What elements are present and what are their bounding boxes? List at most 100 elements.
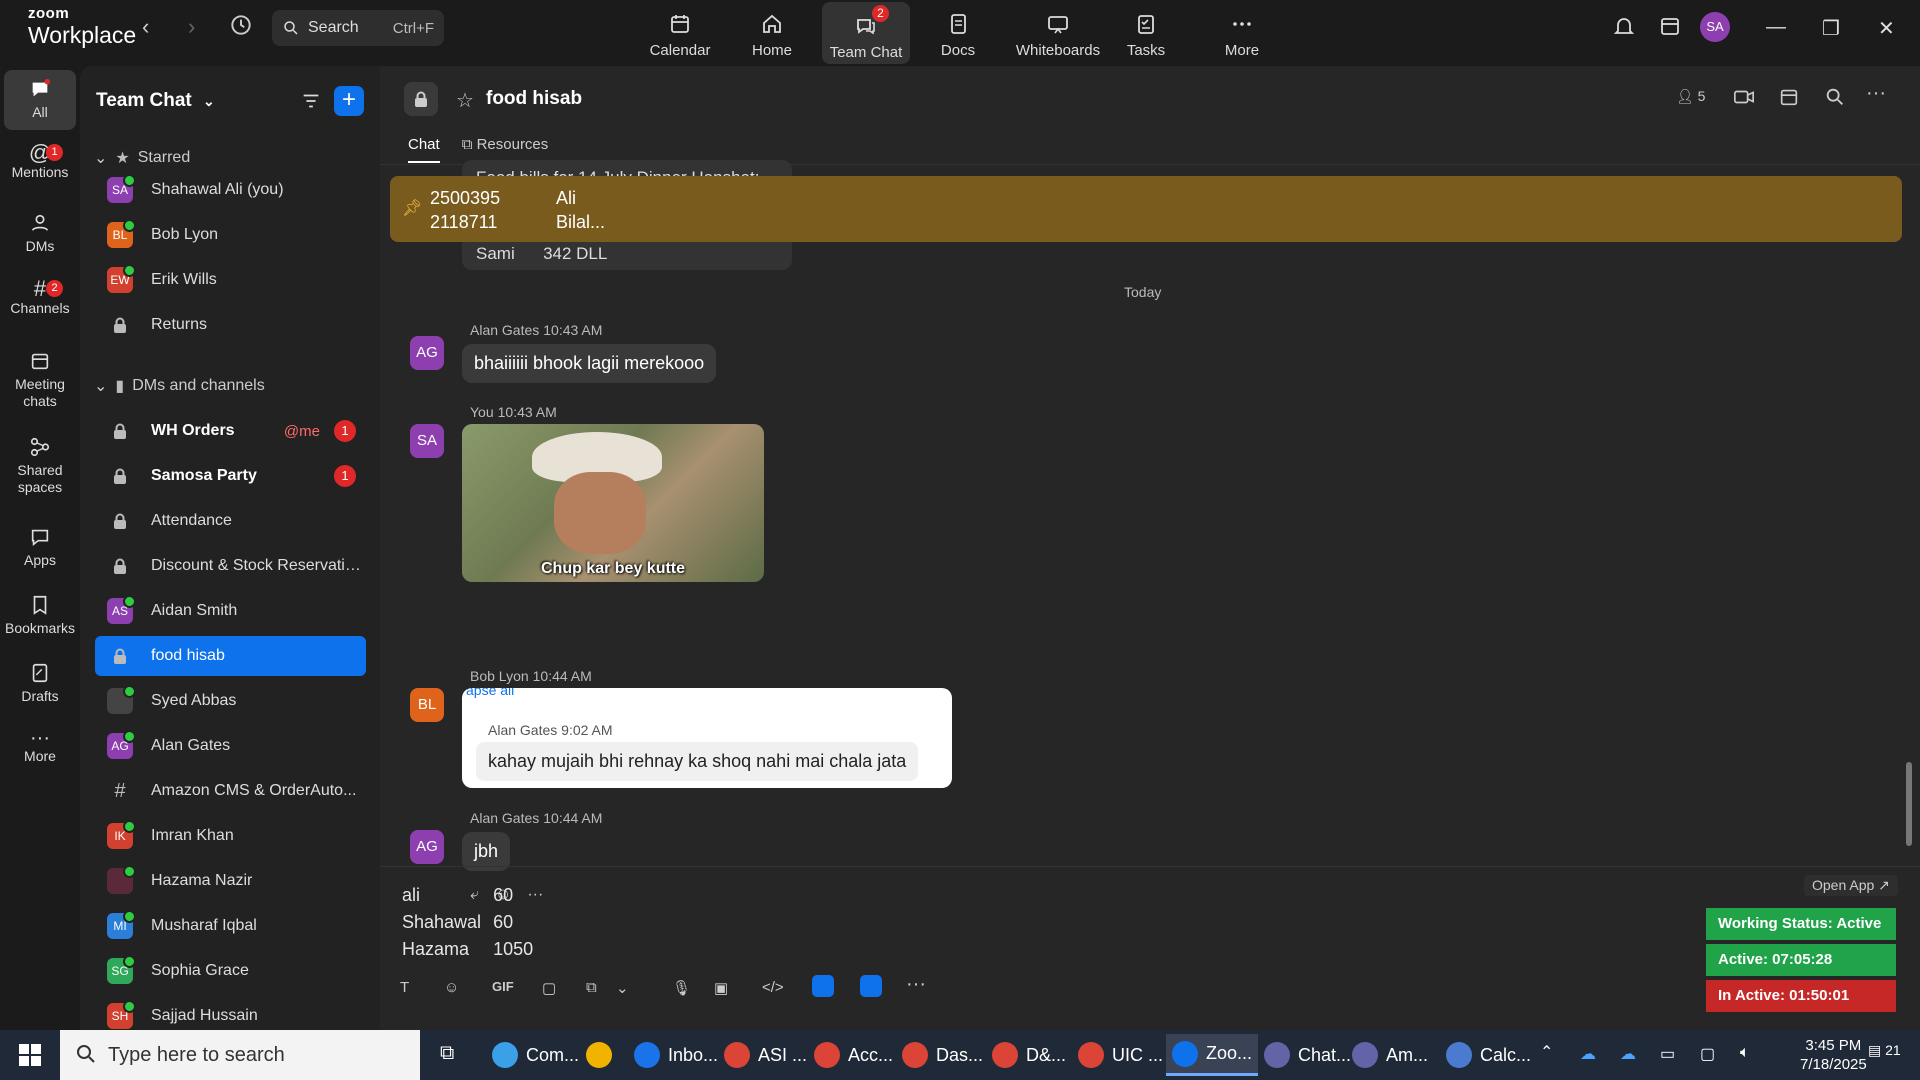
scrollbar-thumb[interactable] bbox=[1906, 762, 1912, 846]
chat-list-item[interactable]: AS Aidan Smith bbox=[95, 591, 366, 631]
app-icon[interactable] bbox=[812, 975, 834, 997]
chat-list-item[interactable]: Returns bbox=[95, 305, 366, 345]
chat-list-item[interactable]: SG Sophia Grace bbox=[95, 951, 366, 991]
gif-icon[interactable]: GIF bbox=[492, 979, 514, 994]
back-arrow-icon[interactable]: ‹ bbox=[142, 14, 149, 40]
rail-apps[interactable]: Apps bbox=[4, 526, 76, 569]
minimize-icon[interactable]: — bbox=[1766, 16, 1786, 39]
task-view-icon[interactable]: ⧉ bbox=[440, 1042, 454, 1065]
search-box[interactable]: Search Ctrl+F bbox=[272, 10, 444, 46]
filter-icon[interactable] bbox=[300, 90, 322, 117]
tab-chat[interactable]: Chat bbox=[408, 136, 440, 163]
meme-image[interactable]: Chup kar bey kutte bbox=[462, 424, 764, 582]
dms-channels-section[interactable]: ⌄ ▮ DMs and channels bbox=[94, 376, 265, 396]
rail-meeting-chats[interactable]: Meeting chats bbox=[4, 350, 76, 410]
nav-calendar[interactable]: Calendar bbox=[636, 0, 724, 66]
chat-list-item[interactable]: IK Imran Khan bbox=[95, 816, 366, 856]
volume-icon[interactable]: 🔈︎ bbox=[1740, 1044, 1750, 1062]
taskbar-app[interactable]: Am... bbox=[1346, 1034, 1434, 1076]
windows-start-icon[interactable] bbox=[18, 1043, 42, 1072]
taskbar-app[interactable]: Calc... bbox=[1440, 1034, 1537, 1076]
taskbar-app[interactable]: Chat... bbox=[1258, 1034, 1357, 1076]
code-icon[interactable]: </> bbox=[762, 979, 784, 996]
chat-list-item[interactable]: food hisab bbox=[95, 636, 366, 676]
chevron-up-icon[interactable]: ⌃ bbox=[1540, 1042, 1553, 1062]
starred-section[interactable]: ⌄ ★ Starred bbox=[94, 148, 190, 168]
taskbar-app[interactable]: ASI ... bbox=[718, 1034, 813, 1076]
taskbar-app[interactable]: Zoo... bbox=[1166, 1034, 1259, 1076]
nav-whiteboards[interactable]: Whiteboards bbox=[1008, 0, 1108, 66]
history-icon[interactable] bbox=[228, 12, 254, 44]
rail-dms[interactable]: DMs bbox=[4, 212, 76, 255]
bell-icon[interactable] bbox=[1612, 14, 1636, 44]
rail-all[interactable]: All bbox=[4, 70, 76, 130]
more-dots-icon[interactable]: ··· bbox=[1866, 82, 1886, 105]
taskbar-app[interactable]: Acc... bbox=[808, 1034, 899, 1076]
chat-list-item[interactable]: Hazama Nazir bbox=[95, 861, 366, 901]
nav-docs[interactable]: Docs bbox=[914, 0, 1002, 66]
star-icon[interactable]: ☆ bbox=[456, 88, 474, 113]
rail-drafts[interactable]: Drafts bbox=[4, 662, 76, 705]
reply-card[interactable]: apse all Alan Gates 9:02 AM kahay mujaih… bbox=[462, 688, 952, 788]
chat-list-item[interactable]: EW Erik Wills bbox=[95, 260, 366, 300]
tab-resources[interactable]: ⧉ Resources bbox=[462, 136, 549, 163]
chat-list-item[interactable]: AG Alan Gates bbox=[95, 726, 366, 766]
nav-tasks[interactable]: Tasks bbox=[1102, 0, 1190, 66]
open-app-button[interactable]: Open App ↗ bbox=[1804, 875, 1898, 896]
calendar-status-icon[interactable] bbox=[1658, 14, 1682, 44]
clock[interactable]: 3:45 PM 7/18/2025 bbox=[1800, 1036, 1867, 1074]
onedrive-icon[interactable]: ☁ bbox=[1620, 1044, 1636, 1064]
rail-more[interactable]: ··· More bbox=[4, 728, 76, 765]
chat-list-item[interactable]: Attendance bbox=[95, 501, 366, 541]
message-bubble[interactable]: bhaiiiiii bhook lagii merekooo bbox=[462, 344, 717, 383]
video-icon[interactable] bbox=[1732, 86, 1756, 113]
avatar[interactable]: AG bbox=[410, 336, 444, 370]
video-message-icon[interactable]: ▣ bbox=[714, 979, 728, 997]
avatar[interactable]: SA bbox=[410, 424, 444, 458]
chat-list-item[interactable]: WH Orders @me 1 bbox=[95, 411, 366, 451]
network-icon[interactable]: ▢ bbox=[1700, 1044, 1715, 1064]
rail-bookmarks[interactable]: Bookmarks bbox=[4, 594, 76, 637]
members-button[interactable]: 👤︎ 5 bbox=[1676, 88, 1705, 105]
microphone-icon[interactable]: 🎙︎ bbox=[672, 979, 691, 997]
add-button[interactable]: + bbox=[334, 86, 364, 116]
taskbar-app[interactable]: Inbo... bbox=[628, 1034, 724, 1076]
chat-list-item[interactable]: Discount & Stock Reservatio... bbox=[95, 546, 366, 586]
nav-team-chat[interactable]: 2 Team Chat bbox=[822, 2, 910, 64]
schedule-icon[interactable] bbox=[1778, 86, 1800, 113]
nav-more[interactable]: More bbox=[1198, 0, 1286, 66]
message-composer[interactable]: ali 60 Shahawal 60 Hazama 1050 Open App ↗ T ☺… bbox=[380, 866, 1920, 1030]
clip-icon[interactable] bbox=[860, 975, 882, 997]
taskbar-app[interactable]: Das... bbox=[896, 1034, 989, 1076]
emoji-icon[interactable]: ☺ bbox=[444, 979, 459, 996]
file-icon[interactable]: ▢ bbox=[542, 979, 556, 997]
restore-icon[interactable]: ❐ bbox=[1822, 16, 1840, 41]
chat-list-item[interactable]: Syed Abbas bbox=[95, 681, 366, 721]
chat-list-item[interactable]: Samosa Party 1 bbox=[95, 456, 366, 496]
nav-home[interactable]: Home bbox=[728, 0, 816, 66]
chat-list-item[interactable]: BL Bob Lyon bbox=[95, 215, 366, 255]
draft-text[interactable]: ali 60 Shahawal 60 Hazama 1050 bbox=[400, 881, 545, 964]
rail-channels[interactable]: # 2 Channels bbox=[4, 278, 76, 317]
chevron-down-icon[interactable]: ⌄ bbox=[616, 979, 629, 997]
screenshot-icon[interactable]: ⧉ bbox=[586, 979, 597, 996]
taskbar-app[interactable]: D&... bbox=[986, 1034, 1072, 1076]
rail-mentions[interactable]: @ 1 Mentions bbox=[4, 142, 76, 181]
working-status-widget[interactable]: Working Status: Active bbox=[1706, 908, 1896, 940]
user-avatar[interactable]: SA bbox=[1700, 12, 1730, 42]
battery-icon[interactable]: ▭ bbox=[1660, 1044, 1675, 1064]
chat-list-item[interactable]: # Amazon CMS & OrderAuto... bbox=[95, 771, 366, 811]
onedrive-icon[interactable]: ☁ bbox=[1580, 1044, 1596, 1064]
chat-list-item[interactable]: SA Shahawal Ali (you) bbox=[95, 170, 366, 210]
taskbar-search[interactable]: Type here to search bbox=[60, 1030, 420, 1080]
notification-center[interactable]: ▤ 21 bbox=[1868, 1042, 1901, 1059]
taskbar-app[interactable] bbox=[580, 1034, 618, 1076]
taskbar-app[interactable]: UIC ... bbox=[1072, 1034, 1169, 1076]
reply-header[interactable]: apse all bbox=[466, 688, 514, 698]
forward-arrow-icon[interactable]: › bbox=[188, 14, 195, 40]
taskbar-app[interactable]: Com... bbox=[486, 1034, 585, 1076]
chat-list-item[interactable]: MI Musharaf Iqbal bbox=[95, 906, 366, 946]
close-icon[interactable]: ✕ bbox=[1878, 16, 1895, 41]
search-icon[interactable] bbox=[1824, 86, 1846, 113]
rail-shared-spaces[interactable]: Shared spaces bbox=[4, 436, 76, 496]
